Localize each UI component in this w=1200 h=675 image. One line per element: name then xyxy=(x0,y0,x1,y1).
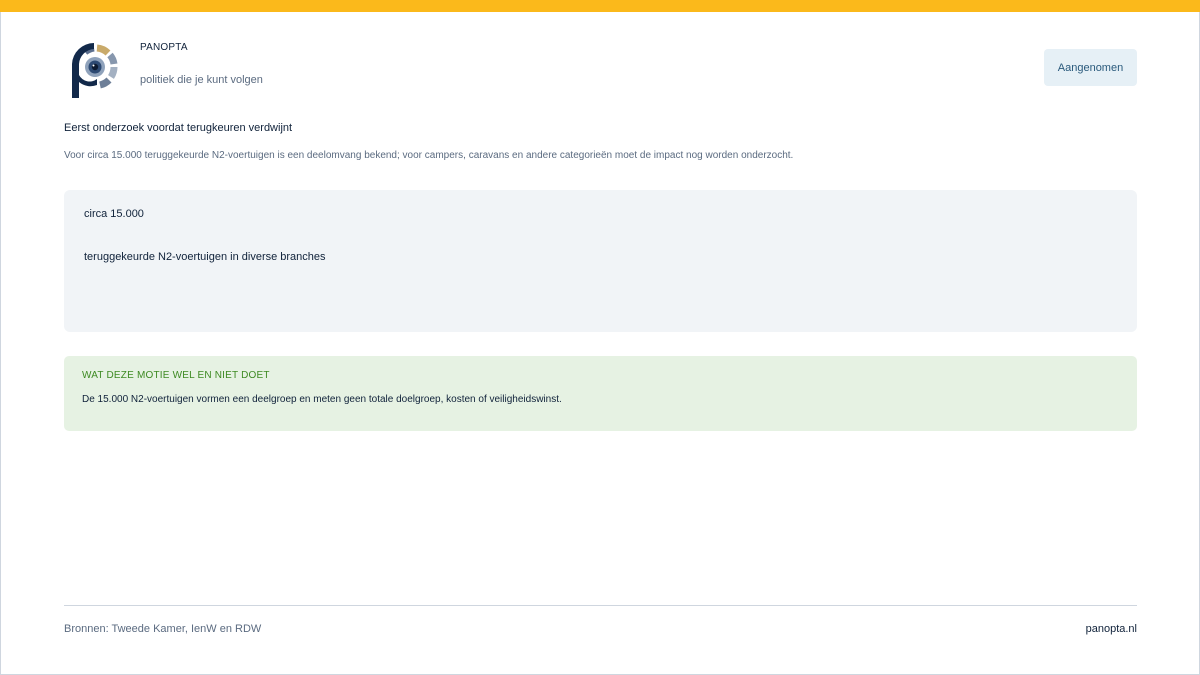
accent-top-bar xyxy=(0,0,1200,12)
panopta-logo-icon xyxy=(72,42,118,98)
brand-name: PANOPTA xyxy=(140,42,188,53)
motion-headline: Eerst onderzoek voordat terugkeuren verd… xyxy=(64,122,293,134)
motion-subtext: Voor circa 15.000 teruggekeurde N2-voert… xyxy=(64,150,794,161)
scope-note-body: De 15.000 N2-voertuigen vormen een deelg… xyxy=(82,394,562,405)
stat-label: teruggekeurde N2-voertuigen in diverse b… xyxy=(84,251,326,263)
scope-note-title: WAT DEZE MOTIE WEL EN NIET DOET xyxy=(82,370,270,381)
stat-value: circa 15.000 xyxy=(84,208,144,220)
page-frame xyxy=(0,0,1200,675)
footer-site-link[interactable]: panopta.nl xyxy=(1086,623,1137,635)
brand-tagline: politiek die je kunt volgen xyxy=(140,74,263,86)
footer-sources: Bronnen: Tweede Kamer, IenW en RDW xyxy=(64,623,262,635)
stat-card: circa 15.000 teruggekeurde N2-voertuigen… xyxy=(64,190,1137,332)
status-badge: Aangenomen xyxy=(1044,49,1137,86)
footer-divider xyxy=(64,605,1137,606)
scope-note-card: WAT DEZE MOTIE WEL EN NIET DOET De 15.00… xyxy=(64,356,1137,431)
